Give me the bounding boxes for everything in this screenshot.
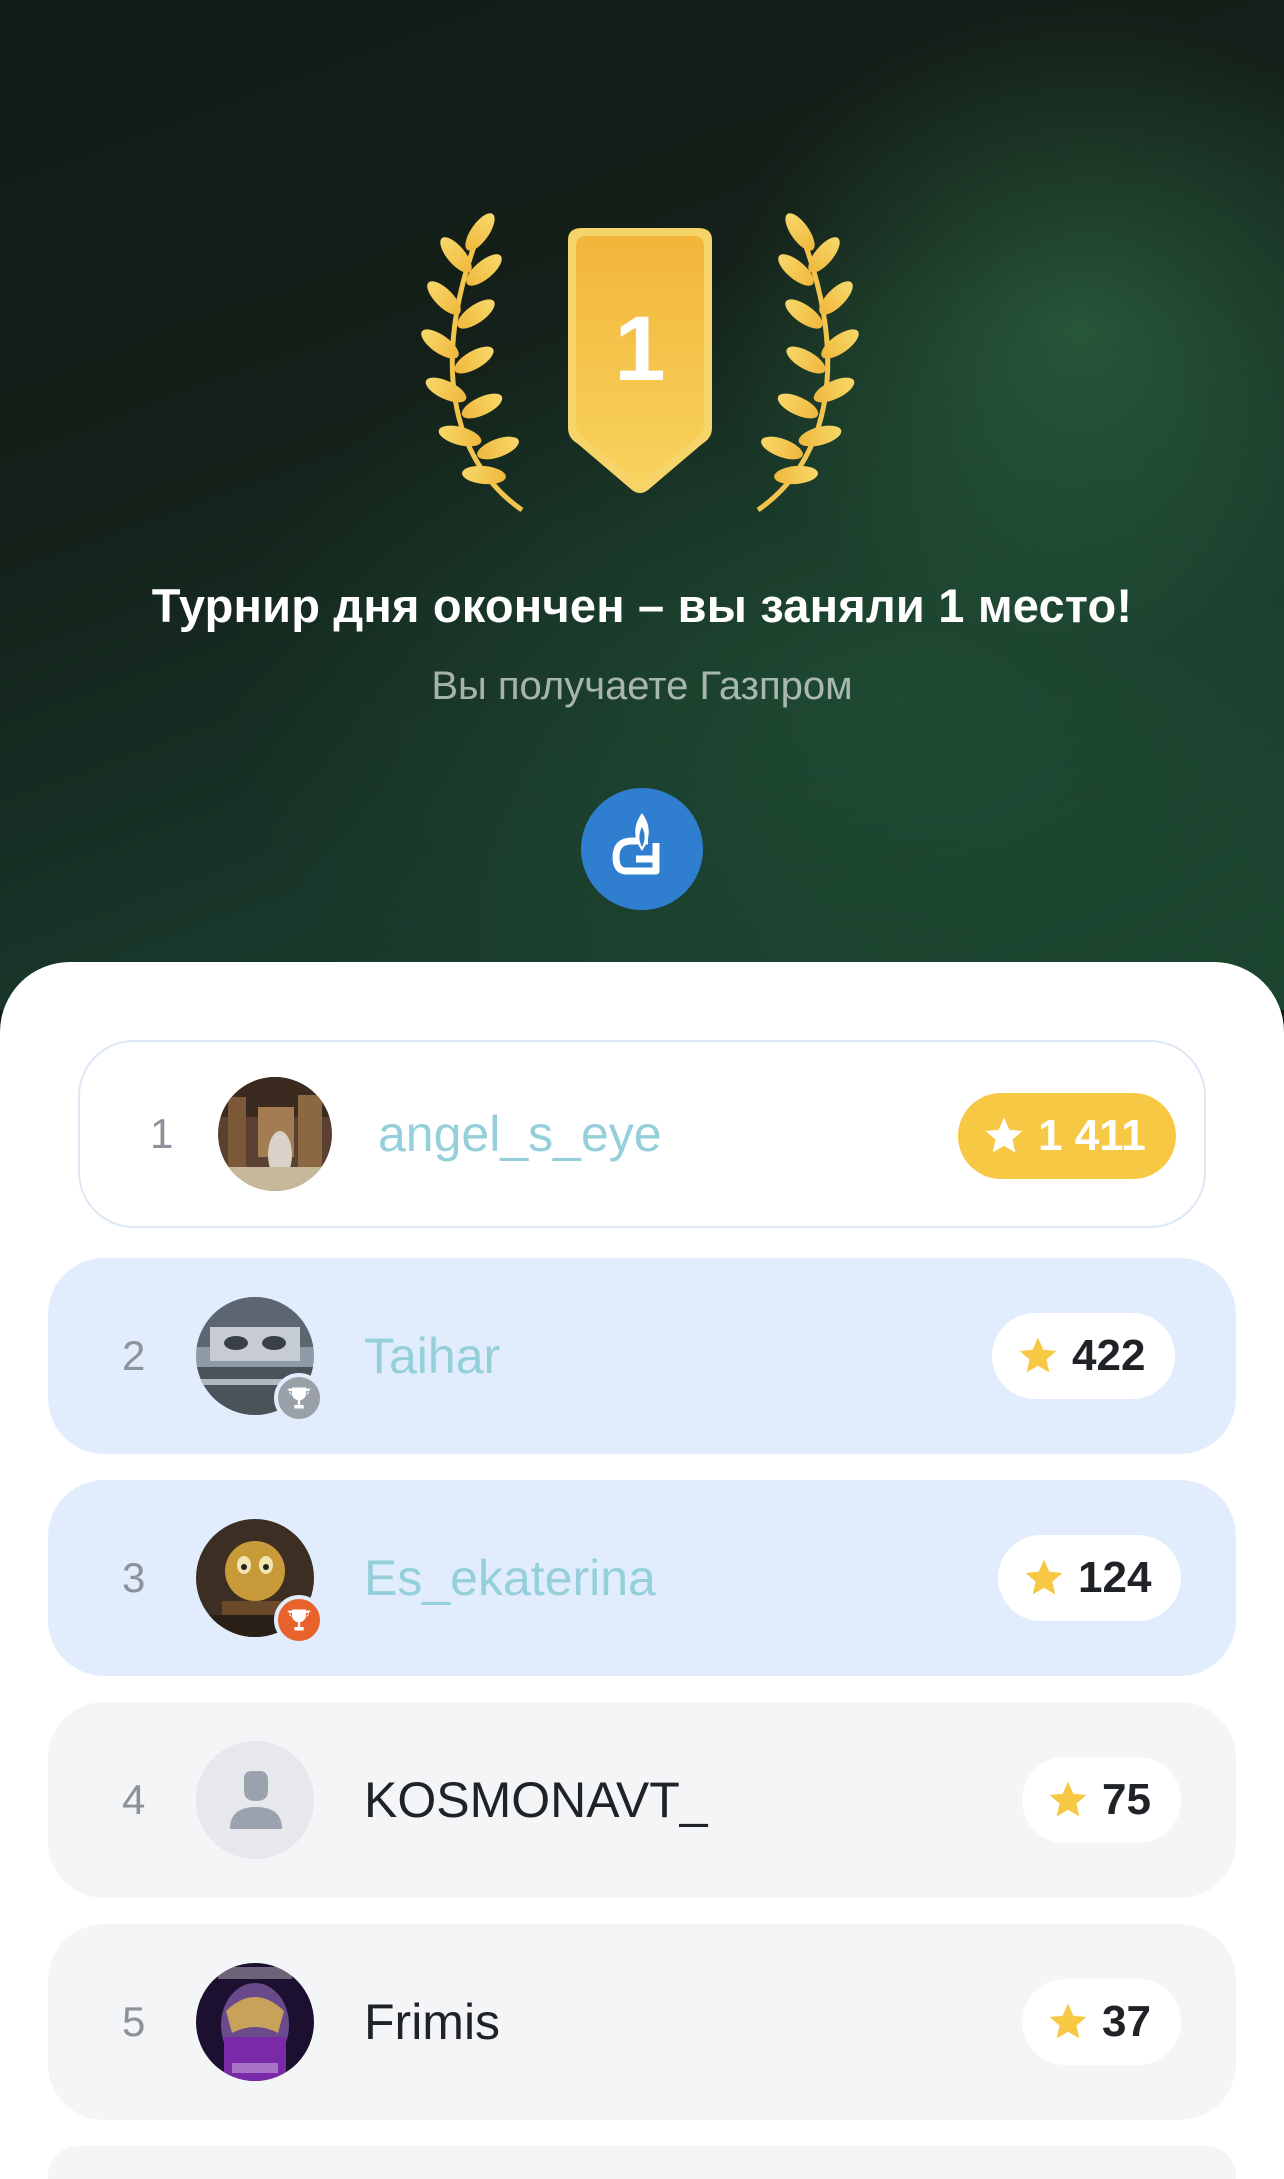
star-icon [1019, 1337, 1057, 1373]
avatar[interactable] [196, 1741, 314, 1859]
score-value: 1 411 [1038, 1111, 1146, 1160]
star-icon [1025, 1559, 1063, 1595]
gazprom-logo-icon [612, 813, 660, 875]
rank-number: 1 [150, 1110, 174, 1157]
leaderboard-row[interactable] [48, 2146, 1236, 2179]
result-subtitle: Вы получаете Газпром [431, 664, 853, 708]
avatar[interactable] [196, 1963, 314, 2081]
first-place-medal: 1 [410, 210, 870, 520]
rank-number: 3 [122, 1554, 146, 1601]
player-name[interactable]: KOSMONAVT_ [364, 1702, 708, 1898]
result-title: Турнир дня окончен – вы заняли 1 место! [151, 579, 1133, 632]
leaderboard-row[interactable]: 4 KOSMONAVT_ 75 [48, 1702, 1236, 1898]
star-icon [1049, 2003, 1087, 2039]
rank-number: 2 [122, 1332, 146, 1379]
star-icon [1049, 1781, 1087, 1817]
score-value: 422 [1072, 1331, 1146, 1380]
default-user-icon [196, 1741, 314, 1859]
trophy-icon [287, 1609, 311, 1631]
player-name[interactable]: Frimis [364, 1924, 500, 2120]
player-name[interactable]: Es_ekaterina [364, 1480, 656, 1676]
prize-logo [581, 788, 703, 910]
leaderboard-row[interactable]: 5 Frimis 37 [48, 1924, 1236, 2120]
rank-number: 4 [122, 1776, 146, 1823]
trophy-icon [287, 1387, 311, 1409]
score-value: 37 [1102, 1997, 1151, 2046]
bronze-trophy-badge [274, 1595, 324, 1645]
score-pill: 1 411 [958, 1093, 1176, 1179]
avatar[interactable] [218, 1077, 332, 1191]
silver-trophy-badge [274, 1373, 324, 1423]
leaderboard-panel: 1 angel_s_eye 1 411 2 Taihar 422 3 Es_ek… [0, 962, 1284, 2179]
leaderboard-row[interactable]: 2 Taihar 422 [48, 1258, 1236, 1454]
score-value: 124 [1078, 1553, 1152, 1602]
score-value: 75 [1102, 1775, 1151, 1824]
rank-number: 5 [122, 1998, 146, 2045]
leaderboard-row[interactable]: 3 Es_ekaterina 124 [48, 1480, 1236, 1676]
player-name[interactable]: angel_s_eye [378, 1042, 662, 1226]
score-pill: 37 [1022, 1979, 1181, 2065]
leaderboard-row-current-user[interactable]: 1 angel_s_eye 1 411 [78, 1040, 1206, 1228]
score-pill: 75 [1022, 1757, 1181, 1843]
laurel-medal-icon: 1 [421, 213, 859, 513]
score-pill: 422 [992, 1313, 1176, 1399]
star-icon [985, 1117, 1023, 1153]
medal-place-number: 1 [614, 298, 665, 400]
score-pill: 124 [998, 1535, 1182, 1621]
player-name[interactable]: Taihar [364, 1258, 500, 1454]
result-header: 1 Турнир дня окончен – вы заняли 1 место… [0, 0, 1284, 1010]
